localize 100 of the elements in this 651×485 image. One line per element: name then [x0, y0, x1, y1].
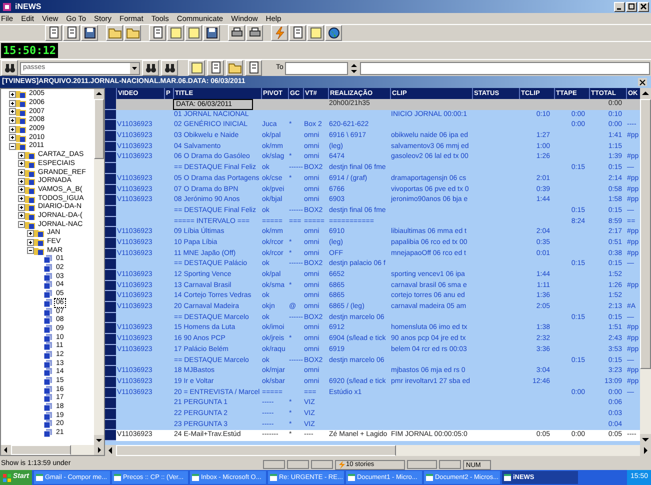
document-stack-icon [43, 255, 53, 264]
row-marker[interactable] [105, 120, 116, 132]
row-marker[interactable] [105, 356, 116, 366]
expand-icon[interactable] [18, 204, 25, 211]
row-marker[interactable] [105, 174, 116, 184]
scroll-thumb[interactable] [116, 445, 396, 456]
scroll-left-icon[interactable] [1, 445, 11, 455]
row-marker[interactable] [105, 430, 116, 441]
expand-icon[interactable] [9, 116, 16, 124]
row-marker[interactable] [105, 99, 116, 110]
expand-icon[interactable] [18, 152, 25, 159]
document-icon[interactable] [64, 26, 78, 40]
expand-icon[interactable] [9, 134, 16, 142]
row-marker[interactable] [105, 312, 116, 324]
scroll-left-icon[interactable] [105, 445, 116, 456]
collapse-icon[interactable] [18, 221, 25, 228]
expand-icon[interactable] [9, 108, 16, 116]
binoculars-icon[interactable] [2, 61, 16, 75]
scroll-down-icon[interactable] [640, 434, 651, 445]
spin-arrows-icon[interactable] [350, 62, 358, 74]
row-marker[interactable] [105, 302, 116, 313]
minimize-button[interactable] [614, 2, 625, 12]
document-icon[interactable] [208, 61, 222, 75]
lightning-icon[interactable] [272, 26, 286, 40]
row-marker[interactable] [105, 291, 116, 302]
row-marker[interactable] [105, 270, 116, 281]
row-marker[interactable] [105, 334, 116, 345]
expand-icon[interactable] [18, 178, 25, 185]
row-marker[interactable] [105, 206, 116, 217]
row-marker[interactable] [105, 248, 116, 260]
expand-icon[interactable] [18, 212, 25, 220]
expand-icon[interactable] [27, 238, 34, 246]
scroll-right-icon[interactable] [94, 445, 104, 455]
row-marker[interactable] [105, 408, 116, 420]
note-icon[interactable] [186, 26, 200, 40]
row-marker[interactable] [105, 227, 116, 238]
row-marker[interactable] [105, 184, 116, 196]
scrollbar[interactable] [94, 89, 104, 445]
note-icon[interactable] [168, 26, 182, 40]
to-field[interactable] [285, 62, 348, 74]
document-stack-icon [43, 281, 53, 290]
scroll-thumb[interactable] [640, 99, 651, 369]
maximize-button[interactable] [626, 2, 637, 12]
scrollbar[interactable] [105, 445, 651, 456]
scrollbar[interactable] [640, 88, 651, 445]
expand-icon[interactable] [18, 195, 25, 202]
row-marker[interactable] [105, 366, 116, 377]
scroll-thumb[interactable] [11, 445, 71, 455]
status-panel [311, 460, 333, 469]
row-marker[interactable] [105, 259, 116, 270]
document-icon[interactable] [46, 26, 60, 40]
binoculars-icon[interactable] [162, 61, 176, 75]
row-marker[interactable] [105, 323, 116, 334]
folder-icon[interactable] [126, 26, 140, 40]
row-marker[interactable] [105, 238, 116, 249]
document-icon[interactable] [290, 26, 304, 40]
scrollbar[interactable] [1, 445, 104, 455]
maximize-icon [627, 2, 636, 11]
expand-icon[interactable] [9, 100, 16, 107]
scroll-up-icon[interactable] [640, 88, 651, 99]
row-marker[interactable] [105, 398, 116, 409]
globe-icon[interactable] [326, 26, 340, 40]
row-marker[interactable] [105, 280, 116, 292]
folder-icon[interactable] [108, 26, 122, 40]
row-marker[interactable] [105, 163, 116, 174]
row-marker[interactable] [105, 216, 116, 228]
folder-icon [25, 151, 35, 160]
status-panel [407, 460, 437, 469]
expand-icon[interactable] [9, 126, 16, 133]
message-field[interactable] [360, 62, 650, 74]
row-marker[interactable] [105, 142, 116, 152]
row-marker[interactable] [105, 376, 116, 388]
scroll-thumb[interactable] [94, 99, 104, 159]
expand-icon[interactable] [9, 90, 16, 98]
collapse-icon[interactable] [9, 142, 16, 150]
row-marker[interactable] [105, 420, 116, 430]
note-icon[interactable] [190, 61, 204, 75]
document-icon[interactable] [246, 61, 260, 75]
row-marker[interactable] [105, 110, 116, 120]
document-icon[interactable] [150, 26, 164, 40]
scroll-up-icon[interactable] [94, 89, 104, 99]
expand-icon[interactable] [18, 186, 25, 194]
status-panel [263, 460, 285, 469]
clock: 15:50:12 [1, 43, 58, 58]
row-marker[interactable] [105, 195, 116, 206]
scroll-down-icon[interactable] [94, 435, 104, 445]
row-marker[interactable] [105, 388, 116, 398]
expand-icon[interactable] [18, 169, 25, 176]
folder-icon [16, 116, 26, 124]
expand-icon[interactable] [18, 160, 25, 168]
folder-icon [25, 177, 35, 186]
document-stack-icon [43, 316, 53, 324]
expand-icon[interactable] [27, 230, 34, 237]
row-marker[interactable] [105, 344, 116, 356]
row-marker[interactable] [105, 131, 116, 142]
close-button[interactable] [638, 78, 647, 86]
row-marker[interactable] [105, 152, 116, 164]
binoculars-icon[interactable] [144, 61, 158, 75]
note-icon[interactable] [308, 26, 322, 40]
collapse-icon[interactable] [27, 247, 34, 254]
